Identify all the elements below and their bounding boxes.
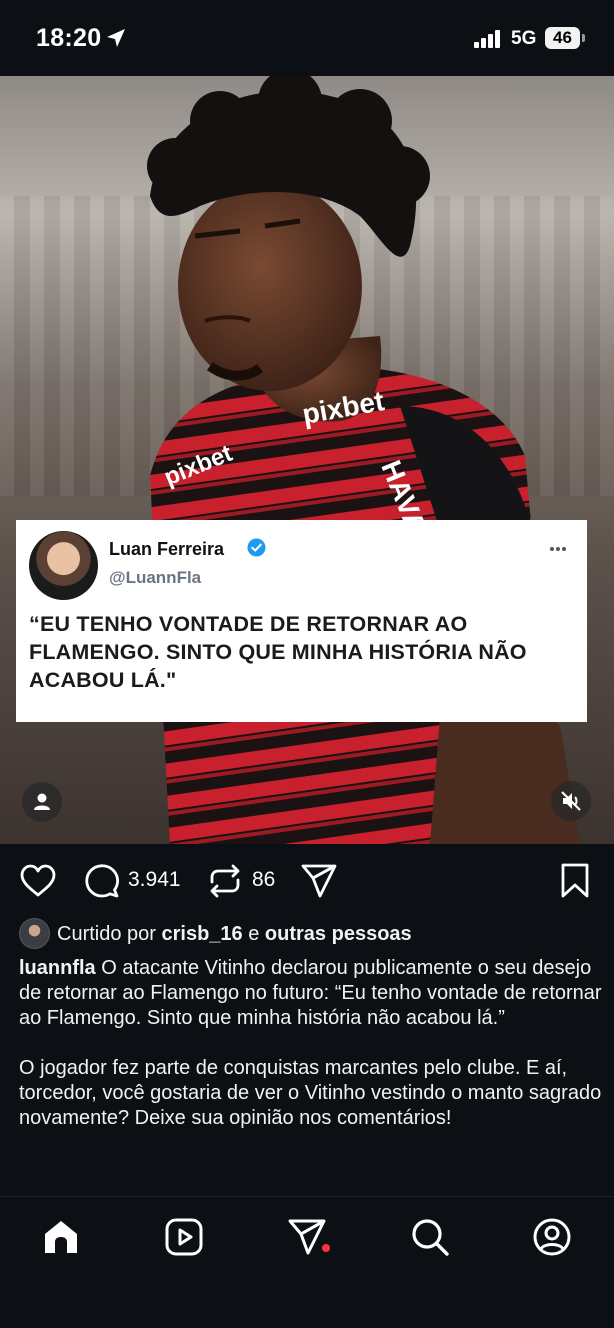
liked-by-prefix: Curtido por (57, 923, 156, 945)
notification-dot (322, 1244, 330, 1252)
repost-count: 86 (252, 868, 276, 891)
share-icon[interactable] (300, 862, 338, 900)
user-icon (34, 793, 50, 810)
status-bar: 18:20 5G 46 (0, 0, 614, 76)
liked-by-others[interactable]: outras pessoas (265, 923, 412, 945)
battery-tip (582, 34, 585, 42)
liked-by-avatar (19, 918, 50, 949)
home-icon[interactable] (41, 1217, 81, 1257)
tweet-author-name: Luan Ferreira (109, 539, 225, 559)
comment-icon[interactable] (83, 862, 121, 900)
search-icon[interactable] (410, 1217, 450, 1257)
comment-count: 3.941 (128, 868, 181, 891)
profile-icon[interactable] (532, 1217, 572, 1257)
bookmark-icon[interactable] (558, 862, 592, 900)
status-time: 18:20 (36, 24, 102, 52)
network-label: 5G (511, 28, 537, 49)
liked-by-user[interactable]: crisb_16 (162, 923, 243, 945)
post-media[interactable]: pixbet pixbet HAVA Luan Ferreira @LuannF… (0, 76, 614, 844)
post-actions: 3.941 86 (0, 858, 614, 904)
caption-paragraph-2: O jogador fez parte de conquistas marcan… (19, 1056, 604, 1131)
location-arrow-icon (107, 29, 125, 47)
tweet-author-handle: @LuannFla (109, 568, 202, 587)
repost-icon[interactable] (207, 862, 243, 900)
caption-text-1: O atacante Vitinho declarou publicamente… (19, 957, 602, 1029)
heart-icon[interactable] (19, 862, 57, 900)
tagged-users-button[interactable] (22, 782, 62, 822)
liked-by-joiner: e (248, 923, 260, 945)
caption-text-2: O jogador fez parte de conquistas marcan… (19, 1057, 602, 1129)
player-photo (147, 76, 580, 844)
tweet-author-avatar (29, 531, 98, 600)
caption-paragraph-1: luannfla O atacante Vitinho declarou pub… (19, 956, 604, 1031)
tweet-quote-text: “EU TENHO VONTADE DE RETORNAR AO FLAMENG… (29, 612, 527, 692)
embedded-tweet-card: Luan Ferreira @LuannFla “EU TENHO VONTAD… (16, 520, 587, 722)
post-caption: luannfla O atacante Vitinho declarou pub… (19, 956, 604, 1156)
liked-by-row[interactable]: Curtido por crisb_16 e outras pessoas (19, 918, 609, 950)
bottom-nav (0, 1197, 614, 1328)
mute-icon (561, 791, 581, 811)
liked-by-text: Curtido por crisb_16 e outras pessoas (57, 923, 412, 946)
caption-username[interactable]: luannfla (19, 957, 96, 979)
more-icon (550, 547, 566, 551)
mute-button[interactable] (551, 781, 591, 821)
signal-icon (474, 30, 500, 48)
direct-icon[interactable] (287, 1217, 327, 1257)
reels-icon[interactable] (164, 1217, 204, 1257)
verified-icon (247, 538, 266, 557)
battery-indicator: 46 (545, 27, 580, 49)
